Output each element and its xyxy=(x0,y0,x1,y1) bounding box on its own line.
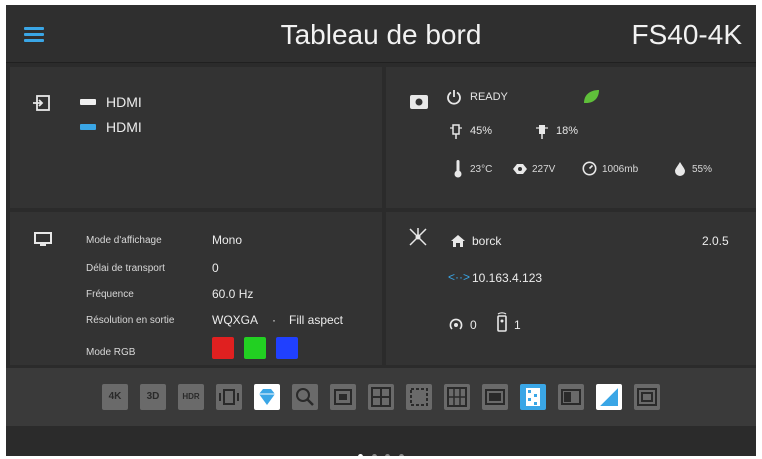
lamp2-value: 18% xyxy=(556,125,579,137)
diamond-icon[interactable] xyxy=(254,384,280,410)
display-mode-label: Mode d'affichage xyxy=(86,235,162,246)
pattern-icon[interactable] xyxy=(520,384,546,410)
ip-address-value: 10.163.4.123 xyxy=(472,271,543,285)
rgb-green-swatch[interactable] xyxy=(244,337,266,359)
header-bar: Tableau de bord FS40-4K xyxy=(6,5,756,63)
4k-icon[interactable]: 4K xyxy=(102,384,128,410)
voltage-icon xyxy=(513,164,527,174)
frame-icon[interactable] xyxy=(406,384,432,410)
pressure-gauge-icon xyxy=(582,161,597,176)
network-hub-icon xyxy=(409,228,427,246)
gradient-icon[interactable] xyxy=(596,384,622,410)
power-icon xyxy=(447,90,461,105)
status-panel[interactable]: READY 45% 18% 23°C 227V 1006mb 55% xyxy=(386,67,756,208)
transport-delay-value: 0 xyxy=(212,261,219,275)
layout-icon[interactable] xyxy=(368,384,394,410)
network-panel[interactable]: borck 2.0.5 <··> 10.163.4.123 0 1 xyxy=(386,212,756,365)
projector-icon xyxy=(410,95,428,109)
remote-count: 1 xyxy=(514,318,521,332)
rgb-blue-swatch[interactable] xyxy=(276,337,298,359)
device-model: FS40-4K xyxy=(631,19,743,50)
frequency-label: Fréquence xyxy=(86,289,134,300)
page-indicator[interactable] xyxy=(6,446,756,456)
rgb-mode-label: Mode RGB xyxy=(86,347,136,358)
resolution-separator: · xyxy=(272,313,276,327)
3d-icon[interactable]: 3D xyxy=(140,384,166,410)
eco-leaf-icon xyxy=(584,90,599,103)
hostname-value: borck xyxy=(472,234,502,248)
page-dot-4[interactable] xyxy=(398,454,404,456)
lamp-alt-icon xyxy=(536,125,548,139)
grid-icon[interactable] xyxy=(444,384,470,410)
picture-icon[interactable] xyxy=(330,384,356,410)
firmware-version: 2.0.5 xyxy=(702,234,729,248)
humidity-value: 55% xyxy=(692,164,713,175)
feature-toolbar: 4K 3D HDR xyxy=(6,368,756,426)
display-panel[interactable]: Mode d'affichage Mono Délai de transport… xyxy=(10,212,382,365)
hdmi-active-icon xyxy=(80,124,96,130)
input-source-sub: HDMI xyxy=(106,119,142,135)
wifi-count: 0 xyxy=(470,318,477,332)
wifi-signal-icon xyxy=(449,318,463,330)
display-mode-value: Mono xyxy=(212,233,243,247)
input-panel[interactable]: HDMI HDMI xyxy=(10,67,382,208)
lamp-icon xyxy=(450,124,462,139)
overlay-icon[interactable] xyxy=(634,384,660,410)
hdmi-icon xyxy=(80,99,96,105)
thermometer-icon xyxy=(454,160,462,178)
voltage-value: 227V xyxy=(532,164,556,175)
input-source-main: HDMI xyxy=(106,94,142,110)
output-resolution-value: WQXGA xyxy=(212,313,259,327)
transport-delay-label: Délai de transport xyxy=(86,263,165,274)
input-icon xyxy=(33,95,50,111)
page-dot-1[interactable] xyxy=(358,454,364,456)
remote-control-icon xyxy=(497,312,507,332)
window-icon[interactable] xyxy=(558,384,584,410)
hdr-icon[interactable]: HDR xyxy=(178,384,204,410)
pressure-value: 1006mb xyxy=(602,164,639,175)
humidity-drop-icon xyxy=(675,162,685,176)
ip-link-icon: <··> xyxy=(448,270,471,284)
lamp1-value: 45% xyxy=(470,125,493,137)
status-state: READY xyxy=(470,91,508,103)
frequency-value: 60.0 Hz xyxy=(212,287,254,301)
rgb-red-swatch[interactable] xyxy=(212,337,234,359)
home-icon xyxy=(451,235,465,247)
zoom-icon[interactable] xyxy=(292,384,318,410)
output-resolution-label: Résolution en sortie xyxy=(86,315,175,326)
dashboard-screen: Tableau de bord FS40-4K HDMI HDMI READY xyxy=(6,5,756,456)
page-dot-3[interactable] xyxy=(385,454,391,456)
aspect-mode-value: Fill aspect xyxy=(289,313,344,327)
screen-icon[interactable] xyxy=(482,384,508,410)
vibrate-icon[interactable] xyxy=(216,384,242,410)
monitor-icon xyxy=(34,232,52,246)
page-dot-2[interactable] xyxy=(371,454,377,456)
temperature-value: 23°C xyxy=(470,164,493,175)
